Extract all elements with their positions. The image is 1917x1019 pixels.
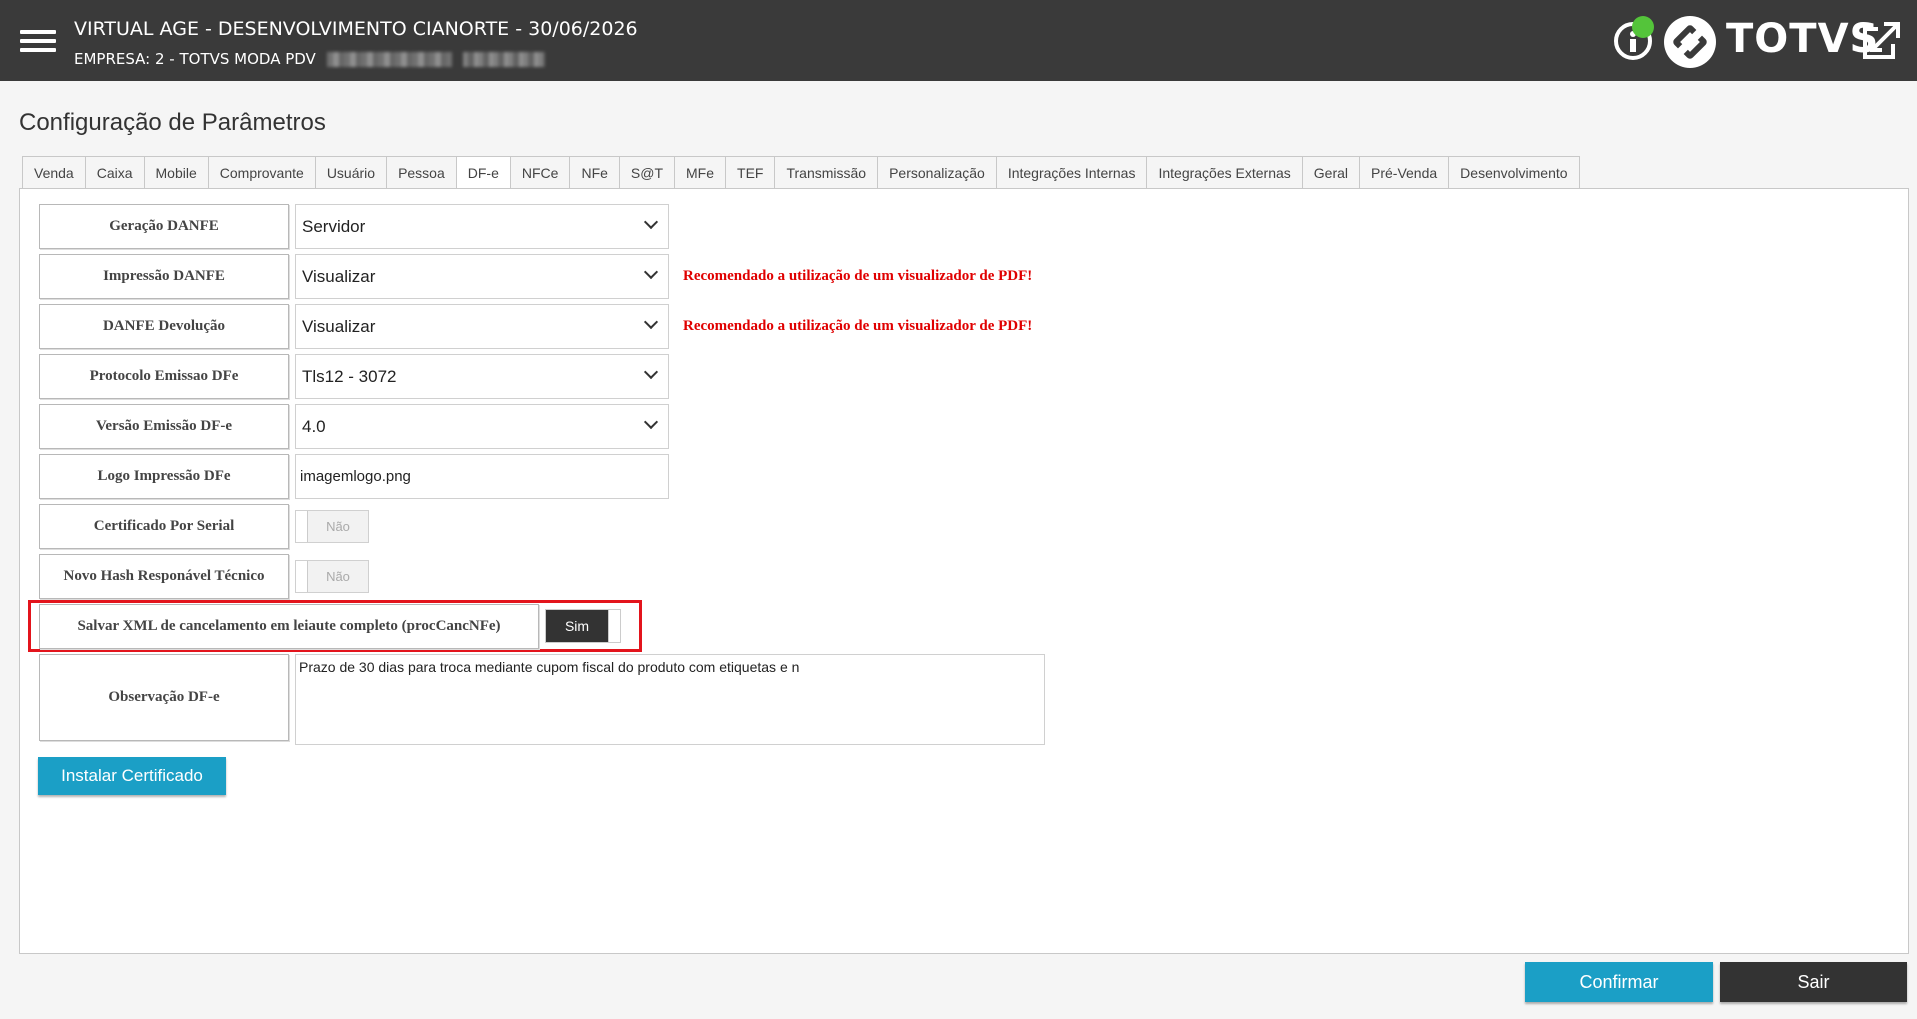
protocolo-emissao-label: Protocolo Emissao DFe [39, 354, 289, 399]
versao-emissao-select[interactable]: 4.0 [295, 404, 669, 449]
versao-emissao-label: Versão Emissão DF-e [39, 404, 289, 449]
tab-pre-venda[interactable]: Pré-Venda [1359, 156, 1449, 189]
tab-tef[interactable]: TEF [725, 156, 775, 189]
chevron-down-icon [643, 214, 659, 230]
tab-bar: Venda Caixa Mobile Comprovante Usuário P… [22, 156, 1580, 190]
tab-venda[interactable]: Venda [22, 156, 85, 189]
toggle-knob [296, 561, 308, 592]
impressao-danfe-select[interactable]: Visualizar [295, 254, 669, 299]
top-bar: VIRTUAL AGE - DESENVOLVIMENTO CIANORTE -… [0, 0, 1917, 81]
company-subtitle: EMPRESA: 2 - TOTVS MODA PDV [74, 50, 316, 68]
page-title: Configuração de Parâmetros [19, 109, 326, 136]
novo-hash-toggle[interactable]: Não [295, 560, 369, 593]
observacao-label: Observação DF-e [39, 654, 289, 741]
certificado-serial-label: Certificado Por Serial [39, 504, 289, 549]
impressao-danfe-value: Visualizar [302, 267, 376, 286]
chevron-down-icon [643, 314, 659, 330]
redacted-text [327, 52, 452, 67]
geracao-danfe-label: Geração DANFE [39, 204, 289, 249]
protocolo-emissao-value: Tls12 - 3072 [302, 367, 397, 386]
tab-integracoes-internas[interactable]: Integrações Internas [995, 156, 1147, 189]
toggle-knob [608, 610, 620, 642]
impressao-danfe-label: Impressão DANFE [39, 254, 289, 299]
chevron-down-icon [643, 364, 659, 380]
protocolo-emissao-select[interactable]: Tls12 - 3072 [295, 354, 669, 399]
novo-hash-value: Não [326, 569, 350, 584]
redacted-text [463, 52, 545, 67]
tab-mfe[interactable]: MFe [674, 156, 726, 189]
danfe-devolucao-select[interactable]: Visualizar [295, 304, 669, 349]
salvar-xml-label: Salvar XML de cancelamento em leiaute co… [39, 604, 539, 649]
tab-integracoes-externas[interactable]: Integrações Externas [1146, 156, 1302, 189]
impressao-danfe-warning: Recomendado a utilização de um visualiza… [683, 268, 1033, 284]
tab-pessoa[interactable]: Pessoa [386, 156, 456, 189]
chevron-down-icon [643, 414, 659, 430]
totvs-logo-icon [1664, 16, 1716, 68]
tab-usuario[interactable]: Usuário [314, 156, 387, 189]
salvar-xml-toggle[interactable]: Sim [545, 609, 621, 643]
expand-icon[interactable] [1862, 20, 1902, 60]
logo-impressao-label: Logo Impressão DFe [39, 454, 289, 499]
tab-desenvolvimento[interactable]: Desenvolvimento [1448, 156, 1580, 189]
tab-nfce[interactable]: NFCe [509, 156, 570, 189]
sair-button[interactable]: Sair [1720, 962, 1907, 1002]
certificado-serial-toggle[interactable]: Não [295, 510, 369, 543]
confirmar-button[interactable]: Confirmar [1525, 962, 1713, 1002]
geracao-danfe-select[interactable]: Servidor [295, 204, 669, 249]
tab-geral[interactable]: Geral [1301, 156, 1359, 189]
geracao-danfe-value: Servidor [302, 217, 366, 236]
observacao-textarea[interactable]: Prazo de 30 dias para troca mediante cup… [295, 654, 1045, 745]
salvar-xml-value: Sim [546, 610, 608, 642]
novo-hash-label: Novo Hash Responável Técnico [39, 554, 289, 599]
tab-dfe[interactable]: DF-e [455, 156, 510, 190]
instalar-certificado-button[interactable]: Instalar Certificado [38, 757, 226, 795]
app-title: VIRTUAL AGE - DESENVOLVIMENTO CIANORTE -… [74, 18, 638, 40]
tab-personalizacao[interactable]: Personalização [877, 156, 996, 189]
versao-emissao-value: 4.0 [302, 417, 326, 436]
tab-mobile[interactable]: Mobile [143, 156, 208, 189]
chevron-down-icon [643, 264, 659, 280]
tab-sat[interactable]: S@T [618, 156, 675, 189]
danfe-devolucao-warning: Recomendado a utilização de um visualiza… [683, 318, 1033, 334]
online-status-icon [1632, 16, 1654, 38]
logo-impressao-input[interactable]: imagemlogo.png [295, 454, 669, 499]
menu-icon[interactable] [20, 30, 56, 52]
brand-logo-text: TOTVS [1726, 16, 1880, 62]
tab-comprovante[interactable]: Comprovante [207, 156, 315, 189]
danfe-devolucao-label: DANFE Devolução [39, 304, 289, 349]
certificado-serial-value: Não [326, 519, 350, 534]
toggle-knob [296, 511, 308, 542]
danfe-devolucao-value: Visualizar [302, 317, 376, 336]
tab-transmissao[interactable]: Transmissão [774, 156, 878, 189]
tab-caixa[interactable]: Caixa [84, 156, 144, 189]
tab-nfe[interactable]: NFe [569, 156, 619, 189]
